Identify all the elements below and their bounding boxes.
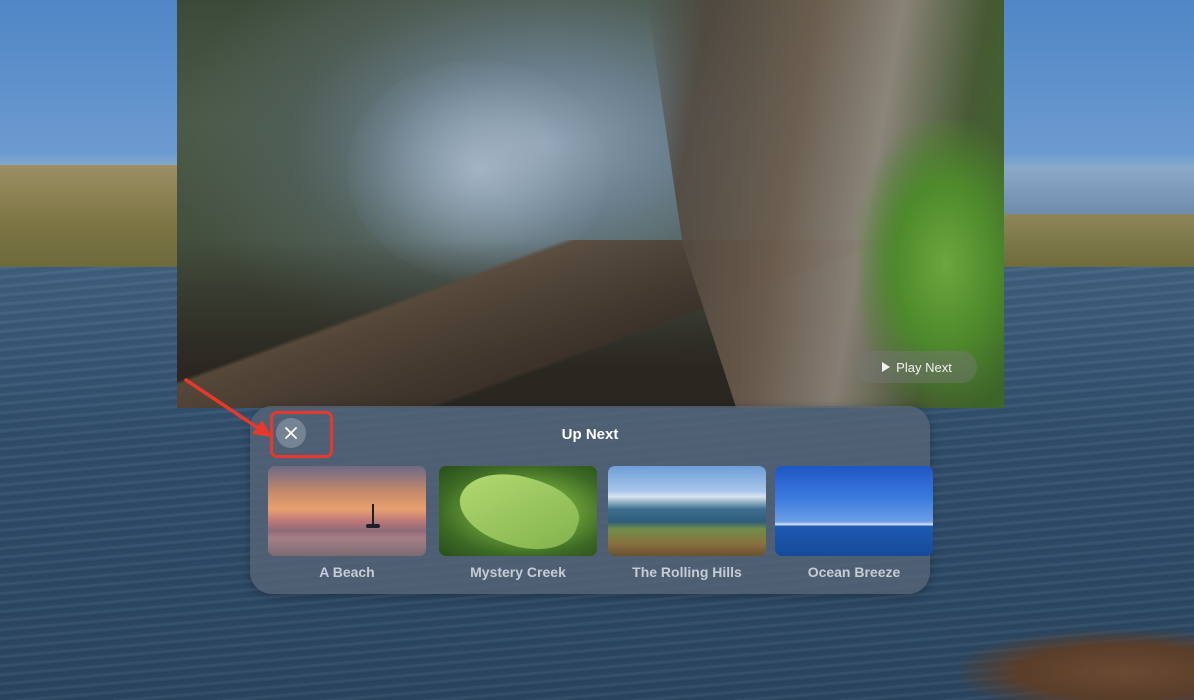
sailboat-hull [366,524,380,528]
play-next-label: Play Next [896,359,952,375]
distant-hill-right [1004,214,1194,270]
annotation-arrow [184,378,272,437]
up-next-list: A Beach Mystery Creek The Rolling Hills … [268,466,933,586]
item-title: The Rolling Hills [632,564,742,580]
up-next-item[interactable]: A Beach [268,466,426,580]
up-next-item[interactable]: The Rolling Hills [608,466,766,580]
shoreline-rocks [960,630,1194,700]
thumbnail-ocean-breeze [775,466,933,556]
thumbnail-rolling-hills [608,466,766,556]
item-title: A Beach [319,564,375,580]
distant-hill-left [0,165,180,268]
play-next-button[interactable]: Play Next [857,351,977,383]
item-title: Mystery Creek [470,564,566,580]
sailboat-mast [372,504,374,526]
thumbnail-mystery-creek [439,466,597,556]
play-icon [882,362,891,372]
leaf-shape [450,466,588,556]
up-next-item[interactable]: Ocean Breeze [775,466,933,580]
thumbnail-a-beach [268,466,426,556]
up-next-item[interactable]: Mystery Creek [439,466,597,580]
item-title: Ocean Breeze [807,564,901,580]
video-player[interactable] [177,0,1004,408]
up-next-title: Up Next [561,426,619,443]
